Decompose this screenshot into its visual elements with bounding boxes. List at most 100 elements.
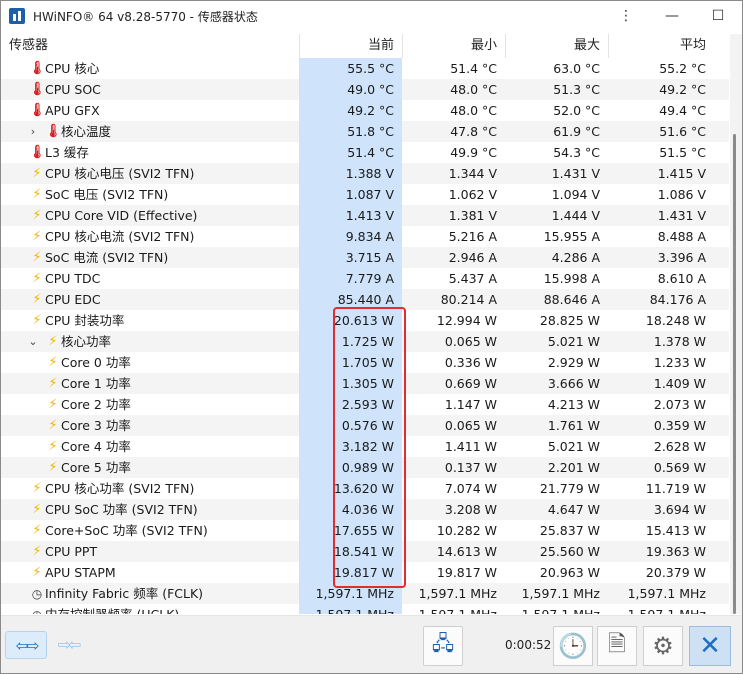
lightning-icon: ⚡ (32, 313, 42, 328)
max-value: 51.3 °C (553, 82, 600, 97)
current-values-highlight-box (333, 307, 406, 588)
current-value: 9.834 A (345, 229, 394, 244)
gear-icon[interactable]: ⚙ (643, 626, 683, 666)
network-icon[interactable]: 🖧 (423, 626, 463, 666)
min-value: 47.8 °C (450, 124, 497, 139)
sensor-name: CPU 核心功率 (SVI2 TFN) (45, 481, 195, 496)
avg-value: 0.359 W (653, 418, 706, 433)
avg-value: 3.396 A (657, 250, 706, 265)
clock-icon[interactable]: 🕒 (553, 626, 593, 666)
min-value: 1.147 W (444, 397, 497, 412)
max-value: 28.825 W (539, 313, 600, 328)
lightning-icon: ⚡ (32, 271, 42, 286)
max-value: 4.286 A (551, 250, 600, 265)
lightning-icon: ⚡ (32, 481, 42, 496)
sensor-name: Core 5 功率 (61, 460, 131, 475)
sensor-row[interactable]: ⚡ SoC 电压 (SVI2 TFN) 1.087 V 1.062 V 1.094 V 1… (1, 184, 729, 205)
column-header: 传感器 当前 最小 最大 平均 (1, 34, 729, 59)
avg-value: 1.415 V (657, 166, 706, 181)
avg-value: 20.379 W (645, 565, 706, 580)
hwinfo-window: HWiNFO® 64 v8.28-5770 - 传感器状态 ⋮ — ☐ 传感器 … (0, 0, 743, 674)
min-value: 5.216 A (448, 229, 497, 244)
sensor-row[interactable]: 🌡 APU GFX 49.2 °C 48.0 °C 52.0 °C 49.4 °C (1, 100, 729, 121)
thermometer-icon: 🌡 (44, 124, 62, 139)
sensor-row[interactable]: ⚡ CPU Core VID (Effective) 1.413 V 1.381 V 1… (1, 205, 729, 226)
vertical-scrollbar[interactable] (730, 34, 742, 614)
sensor-row[interactable]: ⚡ CPU 核心电压 (SVI2 TFN) 1.388 V 1.344 V 1.431 … (1, 163, 729, 184)
current-value: 51.4 °C (347, 145, 394, 160)
minimize-button[interactable]: — (649, 1, 695, 31)
scrollbar-thumb[interactable] (733, 134, 736, 614)
report-add-icon[interactable]: 🗎 (597, 626, 637, 666)
sensor-name: SoC 电流 (SVI2 TFN) (45, 250, 169, 265)
window-title: HWiNFO® 64 v8.28-5770 - 传感器状态 (33, 10, 258, 24)
maximize-button[interactable]: ☐ (695, 1, 741, 31)
header-sensor[interactable]: 传感器 (9, 34, 299, 58)
lightning-icon: ⚡ (48, 460, 58, 475)
avg-value: 18.248 W (645, 313, 706, 328)
max-value: 1.444 V (551, 208, 600, 223)
left-right-arrows-icon[interactable]: ⇦⇨ (5, 631, 47, 659)
chevron-down-icon[interactable]: ⌄ (27, 333, 39, 350)
min-value: 49.9 °C (450, 145, 497, 160)
current-value: 49.0 °C (347, 82, 394, 97)
lightning-icon: ⚡ (48, 376, 58, 391)
header-current[interactable]: 当前 (299, 34, 402, 58)
min-value: 1.344 V (448, 166, 497, 181)
min-value: 2.946 A (448, 250, 497, 265)
current-value: 55.5 °C (347, 61, 394, 76)
chevron-right-icon[interactable]: › (27, 123, 39, 140)
min-value: 1.062 V (448, 187, 497, 202)
sensor-name: CPU 核心 (45, 61, 100, 76)
min-value: 14.613 W (436, 544, 497, 559)
current-value: 49.2 °C (347, 103, 394, 118)
max-value: 15.955 A (543, 229, 600, 244)
lightning-icon: ⚡ (32, 523, 42, 538)
avg-value: 2.628 W (653, 439, 706, 454)
max-value: 1.431 V (551, 166, 600, 181)
lightning-icon: ⚡ (48, 355, 58, 370)
min-value: 48.0 °C (450, 82, 497, 97)
lightning-icon: ⚡ (32, 250, 42, 265)
sensor-row[interactable]: 🌡 L3 缓存 51.4 °C 49.9 °C 54.3 °C 51.5 °C (1, 142, 729, 163)
menu-button[interactable]: ⋮ (603, 1, 649, 31)
current-value: 7.779 A (345, 271, 394, 286)
sensor-row[interactable]: ⚡ CPU TDC 7.779 A 5.437 A 15.998 A 8.610 A (1, 268, 729, 289)
sensor-name: CPU 核心电流 (SVI2 TFN) (45, 229, 195, 244)
min-value: 1,597.1 MHz (402, 604, 497, 614)
close-x-icon[interactable]: ✕ (689, 626, 731, 666)
lightning-icon: ⚡ (32, 565, 42, 580)
lightning-icon: ⚡ (32, 208, 42, 223)
max-value: 2.929 W (547, 355, 600, 370)
max-value: 54.3 °C (553, 145, 600, 160)
sensor-row[interactable]: ⚡ SoC 电流 (SVI2 TFN) 3.715 A 2.946 A 4.286 A 3… (1, 247, 729, 268)
sensor-name: APU GFX (45, 103, 100, 118)
max-value: 4.647 W (547, 502, 600, 517)
header-avg[interactable]: 平均 (608, 34, 714, 58)
header-max[interactable]: 最大 (505, 34, 608, 58)
avg-value: 1.086 V (657, 187, 706, 202)
lightning-icon: ⚡ (48, 418, 58, 433)
sensor-name: CPU 封装功率 (45, 313, 125, 328)
max-value: 5.021 W (547, 439, 600, 454)
lightning-icon: ⚡ (48, 397, 58, 412)
min-value: 48.0 °C (450, 103, 497, 118)
lightning-icon: ⚡ (48, 439, 58, 454)
current-value: 1,597.1 MHz (299, 604, 394, 614)
lightning-icon: ⚡ (32, 502, 42, 517)
title-bar: HWiNFO® 64 v8.28-5770 - 传感器状态 ⋮ — ☐ (1, 1, 742, 31)
sensor-row[interactable]: › 🌡 核心温度 51.8 °C 47.8 °C 61.9 °C 51.6 °C (1, 121, 729, 142)
sensor-row[interactable]: 🌡 CPU SOC 49.0 °C 48.0 °C 51.3 °C 49.2 °C (1, 79, 729, 100)
max-value: 21.779 W (539, 481, 600, 496)
avg-value: 1,597.1 MHz (627, 586, 706, 601)
avg-value: 8.488 A (657, 229, 706, 244)
disabled-arrows-icon[interactable]: ⇨⇦ (51, 631, 85, 657)
avg-value: 55.2 °C (659, 61, 706, 76)
sensor-row[interactable]: ◷内存控制器频率 (UCLK) 1,597.1 MHz 1,597.1 MHz 1,5… (1, 604, 729, 614)
sensor-row[interactable]: ⚡ CPU 核心电流 (SVI2 TFN) 9.834 A 5.216 A 15.955… (1, 226, 729, 247)
header-min[interactable]: 最小 (402, 34, 505, 58)
max-value: 1.761 W (547, 418, 600, 433)
sensor-row[interactable]: 🌡 CPU 核心 55.5 °C 51.4 °C 63.0 °C 55.2 °C (1, 58, 729, 79)
min-value: 0.336 W (444, 355, 497, 370)
avg-value: 1.378 W (653, 334, 706, 349)
